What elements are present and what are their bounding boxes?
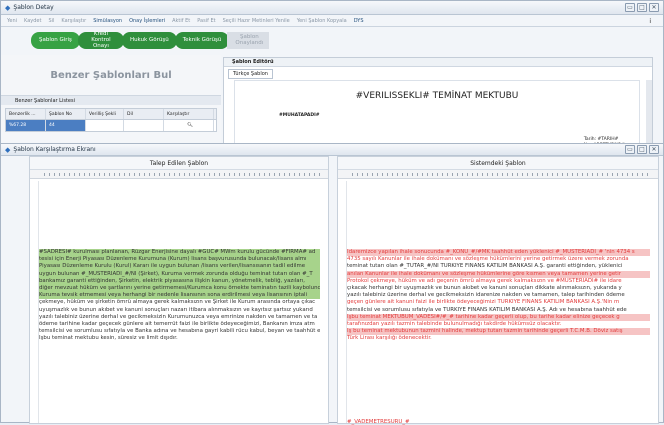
text-line: temsilcisi ve sorumlusu sıfatıyla ve Ban… [39,328,320,335]
text-line: uyuşmazlık ve bunun akıbet ve kanuni son… [39,306,313,313]
step-hukuk-gorusu[interactable]: Hukuk Görüşü [121,31,177,49]
text-line: tarafınızdan yazılı tazmin talebinde bul… [347,321,562,328]
compare-window-controls: ▭ □ ✕ [625,145,659,154]
text-line: 4735 sayılı Kanunlar ile ihale dokümanı … [347,256,629,263]
info-icon[interactable]: i [649,18,651,25]
right-pane-title: Sistemdeki Şablon [338,157,658,170]
sil-button[interactable]: Sil [48,18,54,24]
sistemdeki-pane: Sistemdeki Şablon İdaremizce yapılan iha… [337,156,659,425]
left-ruler [30,170,328,179]
minimize-button[interactable]: ▭ [625,145,635,154]
text-line: İşbu teminat MEKTUBUM_VADESI#/#_# tarihi… [347,313,650,322]
compare-title-bar: ◆ Şablon Karşılaştırma Ekranı [1,144,663,156]
step-kredi-kontrol[interactable]: Kredi Kontrol Onayı [77,31,124,49]
text-line: çıkacak herhangi bir uyuşmazlık ve bunun… [347,285,622,292]
workflow-steps: Şablon Giriş Kredi Kontrol Onayı Hukuk G… [1,27,663,53]
col-verilis-sekli[interactable]: Verilliş Şekli [86,109,124,119]
text-line: #SADRESI# kurulması planlanan, Rüzgar En… [39,249,320,257]
text-line: İşbu teminat mektubu kesin, süresiz ve l… [39,335,178,342]
aktif-et-button[interactable]: Aktif Et [172,18,190,24]
muhatap-field: #MUHATAPADI# [279,113,320,118]
sablon-editor: Şablon Editörü Türkçe Şablon #VERILISSEK… [223,57,653,153]
hazir-metin-yenile-button[interactable]: Seçili Hazır Metinleri Yenile [223,18,290,24]
window-title: Şablon Detay [13,4,54,11]
title-bar: ◆ Şablon Detay [1,1,663,15]
text-line: çekmeye, hüküm ve şirketin ömrü almaya g… [39,299,316,306]
text-line: İş bu teminat mektubunun tazmini halinde… [347,328,650,336]
close-button[interactable]: ✕ [649,145,659,154]
text-line: teminat tutarı olan #_TUTAR_#/Nİ TÜRKİYE… [347,263,623,270]
text-line: Piyasası Düzenleme Kurulu (Kurul) Kararı… [39,263,320,271]
text-line: uygun bulunan #_MUSTERIADI_#/Nİ (Şirket)… [39,270,320,278]
text-line: Protokol çekmeye, hüküm ve adı geçenin ö… [347,277,622,284]
editor-title: Şablon Editörü [224,58,652,67]
step-sablon-giris[interactable]: Şablon Giriş [31,31,80,49]
karsilastirma-window: ◆ Şablon Karşılaştırma Ekranı ▭ □ ✕ Tale… [0,143,664,425]
minimize-button[interactable]: ▭ [625,3,635,12]
window-controls: ▭ □ ✕ [625,3,659,12]
step-teknik-gorusu[interactable]: Teknik Görüşü [174,31,230,49]
right-document[interactable]: İdaremizce yapılan ihale sonucunda #_KON… [346,181,650,425]
col-benzerlik[interactable]: Benzerlik ... [6,109,46,119]
col-sablon-no[interactable]: Şablon No [46,109,86,119]
text-line: tesisi için Enerji Piyasası Düzenleme Ku… [39,256,320,264]
vade-footer: #_VADEMETRESURU_# [347,419,410,425]
cell-pct: %67.28 [6,120,46,131]
window-icon: ◆ [5,145,11,154]
toolbar: Yeni Kaydet Sil Karşılaştır Simülasyon O… [1,15,663,27]
talep-edilen-pane: Talep Edilen Şablon #SADRESI# kurulması … [29,156,329,424]
text-line: diğer mevzuat hüküm ve şartlarını yerine… [39,285,320,293]
cell-empty [86,120,124,131]
sablon-kopyala-button[interactable]: Yeni Şablon Kopyala [297,18,347,24]
benzer-sablonlar-panel: Benzer Şablonları Bul Benzer Şablonlar L… [1,55,221,153]
sablon-detay-window: ◆ Şablon Detay ▭ □ ✕ Yeni Kaydet Sil Kar… [0,0,664,153]
text-line: İdaremizce yapılan ihale sonucunda #_KON… [347,249,650,257]
close-button[interactable]: ✕ [649,3,659,12]
text-line: yazılı talebiniz üzerine derhal ve gecik… [347,292,625,299]
text-line: yazılı talebiniz üzerine derhal ve gecik… [39,313,318,320]
dys-button[interactable]: DYS [354,18,364,24]
simulasyon-button[interactable]: Simülasyon [93,18,122,24]
search-icon[interactable]: 🔍︎ [164,120,214,131]
benzer-heading: Benzer Şablonları Bul [50,69,172,81]
text-line: temsilcisi ve sorumlusu sıfatıyla ve TÜR… [347,306,627,313]
text-line: Kuruma tevsik etmemesi veya herhangi bir… [39,292,320,300]
pasif-et-button[interactable]: Pasif Et [197,18,215,24]
col-karsilastir[interactable]: Karşılaştır [164,109,214,119]
list-title: Benzer Şablonlar Listesi [1,95,221,105]
grid-header: Benzerlik ... Şablon No Verilliş Şekli D… [6,109,216,120]
editor-document[interactable]: #VERILISSEKLI# TEMİNAT MEKTUBU #MUHATAPA… [234,80,640,152]
editor-scrollbar[interactable] [646,80,652,152]
step-sablon-onaylandi: Şablon Onaylandı [227,31,270,49]
left-text: #SADRESI# kurulması planlanan, Rüzgar En… [39,249,320,343]
window-icon: ◆ [5,3,11,12]
compare-title: Şablon Karşılaştırma Ekranı [13,146,96,153]
right-text: İdaremizce yapılan ihale sonucunda #_KON… [347,249,650,343]
col-dil[interactable]: Dil [124,109,164,119]
benzer-grid: Benzerlik ... Şablon No Verilliş Şekli D… [5,108,217,132]
cell-no: 44 [46,120,86,131]
maximize-button[interactable]: □ [637,145,647,154]
text-line: geçen günlere ait kanuni faizi ile birli… [347,299,620,306]
text-line: Türk Lirası karşılığı ödenecektir. [347,335,432,342]
text-line: bankamız garanti ettiğinden, Şirketin, e… [39,277,320,286]
yeni-button[interactable]: Yeni [7,18,17,24]
tab-turkce-sablon[interactable]: Türkçe Şablon [228,69,273,79]
right-ruler [338,170,658,179]
karsilastir-button[interactable]: Karşılaştır [61,18,86,24]
text-line: anılan Kanunlar ile ihale dokümanı ve sö… [347,270,650,278]
onay-islemleri-button[interactable]: Onay İşlemleri [129,18,165,24]
left-document[interactable]: #SADRESI# kurulması planlanan, Rüzgar En… [38,181,320,423]
document-heading: #VERILISSEKLI# TEMİNAT MEKTUBU [355,91,519,101]
text-line: ödeme tarihine kadar geçecek günlere ait… [39,321,315,328]
left-pane-title: Talep Edilen Şablon [30,157,328,170]
cell-empty [124,120,164,131]
maximize-button[interactable]: □ [637,3,647,12]
table-row[interactable]: %67.28 44 🔍︎ [6,120,216,131]
kaydet-button[interactable]: Kaydet [24,18,41,24]
